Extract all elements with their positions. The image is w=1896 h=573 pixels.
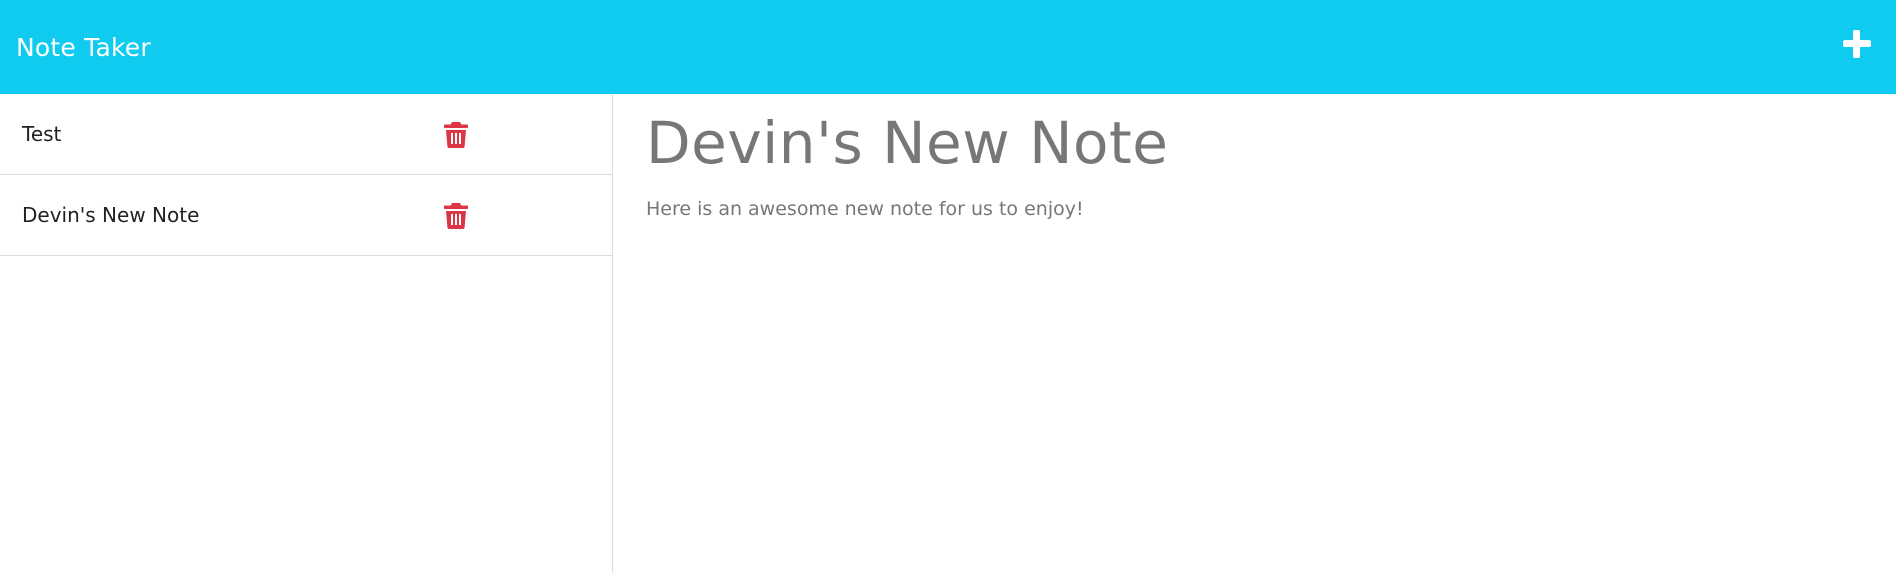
note-list-item-title[interactable]: Test (22, 122, 61, 146)
note-list-item-title[interactable]: Devin's New Note (22, 203, 199, 227)
delete-note-button[interactable] (444, 121, 468, 148)
note-title-input[interactable]: Devin's New Note (646, 114, 1864, 172)
note-list-item[interactable]: Devin's New Note (0, 175, 612, 256)
trash-icon (444, 203, 468, 229)
note-editor: Devin's New Note Here is an awesome new … (614, 94, 1896, 573)
delete-note-button[interactable] (444, 202, 468, 229)
trash-icon (444, 122, 468, 148)
note-list-item[interactable]: Test (0, 94, 612, 175)
new-note-button[interactable] (1840, 27, 1874, 61)
app-title[interactable]: Note Taker (16, 33, 151, 62)
note-list: Test Devin's New Note (0, 94, 613, 573)
navbar: Note Taker (0, 0, 1896, 94)
note-text-area[interactable]: Here is an awesome new note for us to en… (646, 198, 1864, 220)
